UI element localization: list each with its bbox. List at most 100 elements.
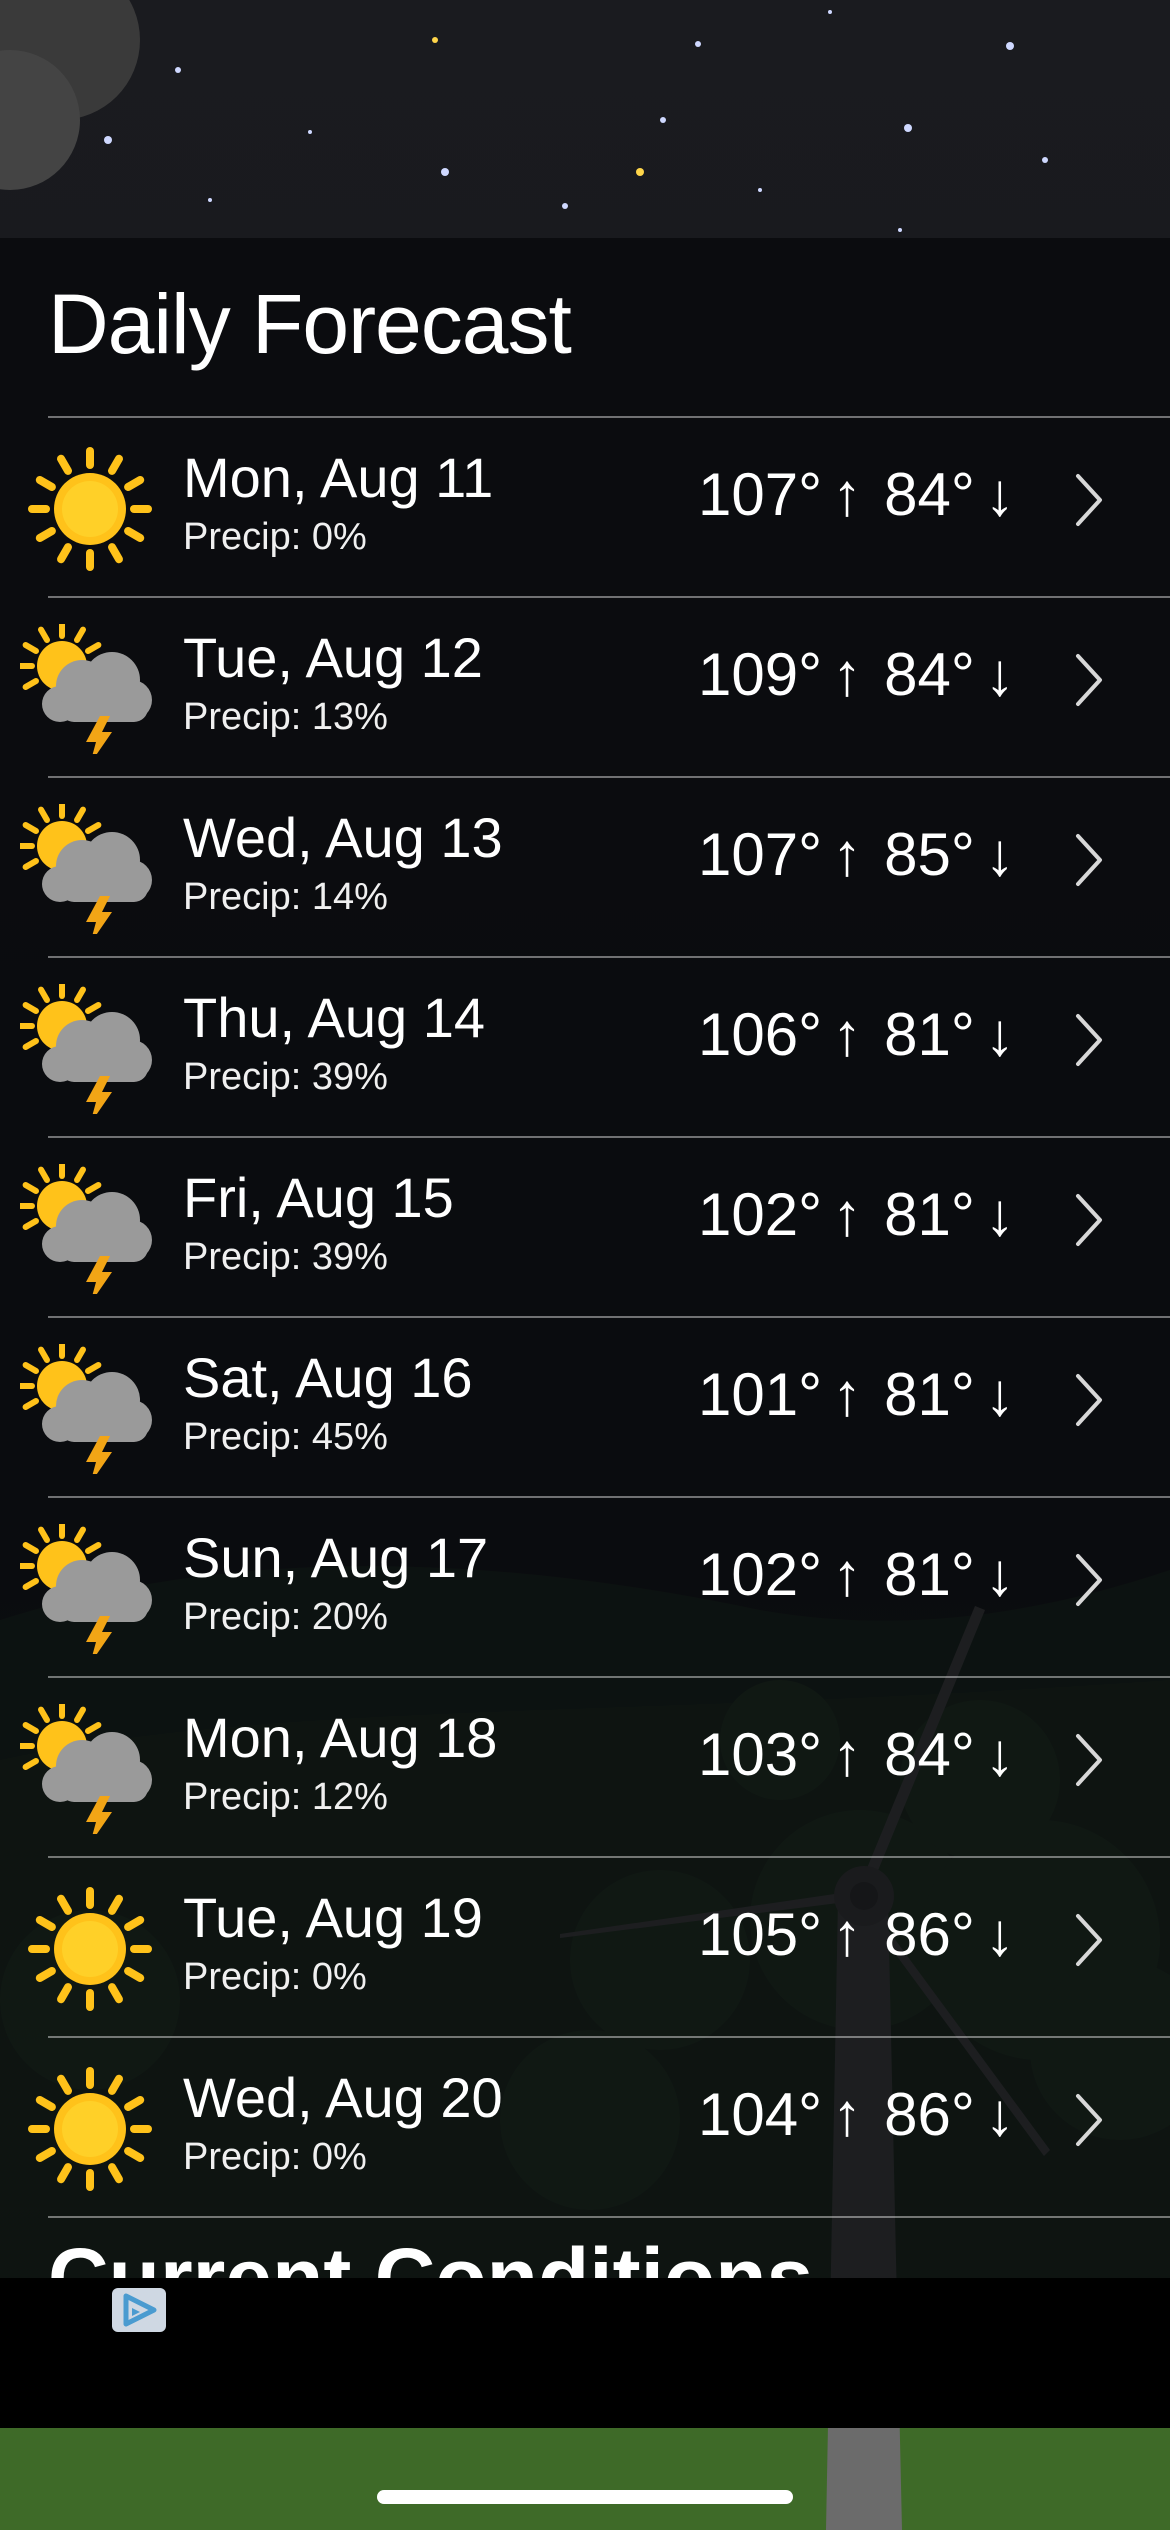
thunderstorm-icon [17,981,160,1124]
forecast-date: Wed, Aug 20 [183,2066,503,2129]
row-divider [48,2216,1170,2218]
arrow-down-icon: ↓ [984,461,1015,528]
arrow-down-icon: ↓ [984,1541,1015,1608]
forecast-row[interactable]: Mon, Aug 18 Precip: 12% 103° ↑ 84° ↓ [0,1676,1170,1856]
daily-forecast-title: Daily Forecast [48,277,572,371]
arrow-up-icon: ↑ [832,1361,863,1428]
forecast-temps: 107° ↑ 84° ↓ [698,460,1015,529]
forecast-row[interactable]: Wed, Aug 20 Precip: 0% 104° ↑ 86° ↓ [0,2036,1170,2216]
chevron-right-icon[interactable] [1072,470,1106,530]
ad-choices-icon[interactable] [110,2286,168,2334]
forecast-row[interactable]: Tue, Aug 19 Precip: 0% 105° ↑ 86° ↓ [0,1856,1170,2036]
forecast-temps: 107° ↑ 85° ↓ [698,820,1015,889]
chevron-right-icon[interactable] [1072,1550,1106,1610]
forecast-row[interactable]: Sun, Aug 17 Precip: 20% 102° ↑ 81° ↓ [0,1496,1170,1676]
chevron-right-icon[interactable] [1072,830,1106,890]
ground-band [0,2428,1170,2530]
forecast-date: Mon, Aug 18 [183,1706,498,1769]
forecast-precip: Precip: 20% [183,1596,388,1638]
arrow-up-icon: ↑ [832,461,863,528]
forecast-date: Sat, Aug 16 [183,1346,473,1409]
home-indicator[interactable] [377,2490,793,2504]
forecast-precip: Precip: 0% [183,516,367,558]
forecast-temps: 109° ↑ 84° ↓ [698,640,1015,709]
chevron-right-icon[interactable] [1072,650,1106,710]
arrow-up-icon: ↑ [832,1901,863,1968]
forecast-precip: Precip: 0% [183,2136,367,2178]
forecast-precip: Precip: 13% [183,696,388,738]
sun-icon [20,2064,160,2194]
forecast-precip: Precip: 0% [183,1956,367,1998]
low-temp: 86° [884,1901,975,1968]
sun-icon [20,444,160,574]
thunderstorm-icon [17,1701,160,1844]
arrow-down-icon: ↓ [984,1001,1015,1068]
thunderstorm-icon [17,1161,160,1304]
low-temp: 81° [884,1001,975,1068]
high-temp: 103° [698,1721,823,1788]
arrow-down-icon: ↓ [984,1181,1015,1248]
chevron-right-icon[interactable] [1072,1370,1106,1430]
forecast-temps: 101° ↑ 81° ↓ [698,1360,1015,1429]
sun-icon [20,1884,160,2014]
high-temp: 104° [698,2081,823,2148]
chevron-right-icon[interactable] [1072,1190,1106,1250]
high-temp: 107° [698,821,823,888]
forecast-row[interactable]: Mon, Aug 11 Precip: 0% 107° ↑ 84° ↓ [0,416,1170,596]
forecast-precip: Precip: 39% [183,1236,388,1278]
high-temp: 102° [698,1541,823,1608]
forecast-row[interactable]: Thu, Aug 14 Precip: 39% 106° ↑ 81° ↓ [0,956,1170,1136]
ad-banner[interactable] [0,2278,1170,2428]
arrow-up-icon: ↑ [832,1721,863,1788]
forecast-row[interactable]: Sat, Aug 16 Precip: 45% 101° ↑ 81° ↓ [0,1316,1170,1496]
arrow-down-icon: ↓ [984,1361,1015,1428]
low-temp: 81° [884,1181,975,1248]
forecast-temps: 104° ↑ 86° ↓ [698,2080,1015,2149]
forecast-temps: 105° ↑ 86° ↓ [698,1900,1015,1969]
arrow-up-icon: ↑ [832,821,863,888]
arrow-up-icon: ↑ [832,1181,863,1248]
arrow-down-icon: ↓ [984,1901,1015,1968]
arrow-down-icon: ↓ [984,821,1015,888]
chevron-right-icon[interactable] [1072,1910,1106,1970]
low-temp: 81° [884,1361,975,1428]
high-temp: 101° [698,1361,823,1428]
arrow-down-icon: ↓ [984,1721,1015,1788]
forecast-temps: 102° ↑ 81° ↓ [698,1540,1015,1609]
arrow-up-icon: ↑ [832,1541,863,1608]
high-temp: 107° [698,461,823,528]
low-temp: 84° [884,1721,975,1788]
forecast-row[interactable]: Wed, Aug 13 Precip: 14% 107° ↑ 85° ↓ [0,776,1170,956]
chevron-right-icon[interactable] [1072,1010,1106,1070]
arrow-down-icon: ↓ [984,2081,1015,2148]
high-temp: 105° [698,1901,823,1968]
forecast-date: Tue, Aug 19 [183,1886,483,1949]
forecast-date: Mon, Aug 11 [183,446,494,509]
forecast-date: Sun, Aug 17 [183,1526,489,1589]
forecast-precip: Precip: 45% [183,1416,388,1458]
arrow-up-icon: ↑ [832,641,863,708]
arrow-up-icon: ↑ [832,2081,863,2148]
forecast-row[interactable]: Tue, Aug 12 Precip: 13% 109° ↑ 84° ↓ [0,596,1170,776]
low-temp: 85° [884,821,975,888]
arrow-down-icon: ↓ [984,641,1015,708]
thunderstorm-icon [17,801,160,944]
chevron-right-icon[interactable] [1072,1730,1106,1790]
high-temp: 106° [698,1001,823,1068]
forecast-precip: Precip: 39% [183,1056,388,1098]
forecast-date: Fri, Aug 15 [183,1166,454,1229]
high-temp: 102° [698,1181,823,1248]
thunderstorm-icon [17,1521,160,1664]
high-temp: 109° [698,641,823,708]
forecast-precip: Precip: 14% [183,876,388,918]
low-temp: 86° [884,2081,975,2148]
forecast-temps: 106° ↑ 81° ↓ [698,1000,1015,1069]
low-temp: 81° [884,1541,975,1608]
low-temp: 84° [884,641,975,708]
forecast-row[interactable]: Fri, Aug 15 Precip: 39% 102° ↑ 81° ↓ [0,1136,1170,1316]
forecast-precip: Precip: 12% [183,1776,388,1818]
low-temp: 84° [884,461,975,528]
thunderstorm-icon [17,1341,160,1484]
chevron-right-icon[interactable] [1072,2090,1106,2150]
forecast-temps: 102° ↑ 81° ↓ [698,1180,1015,1249]
